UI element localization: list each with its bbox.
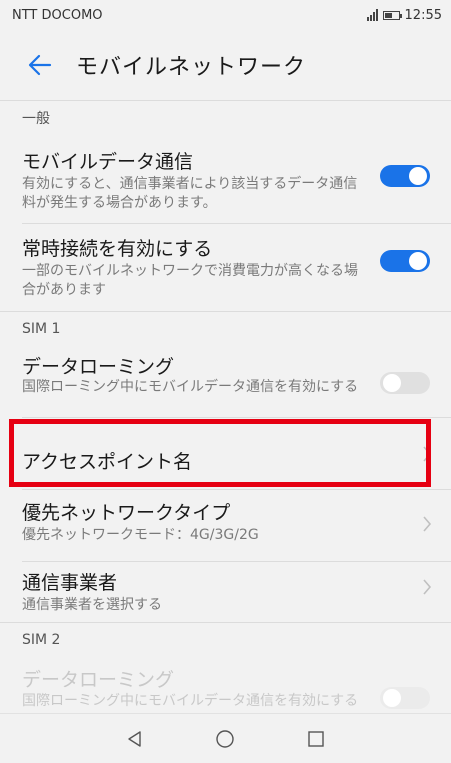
toggle-knob: [383, 689, 401, 707]
row-title: データローミング: [22, 669, 175, 691]
row-subtitle: 有効にすると、通信事業者により該当するデータ通信料が発生する場合があります。: [22, 176, 358, 211]
page-title: モバイルネットワーク: [76, 55, 307, 80]
row-title: アクセスポイント名: [22, 451, 193, 473]
carrier-name: NTT DOCOMO: [12, 7, 103, 23]
app-bar: モバイルネットワーク: [0, 30, 451, 100]
row-carrier[interactable]: 通信事業者 通信事業者を選択する: [0, 562, 451, 622]
row-subtitle: 国際ローミング中にモバイルデータ通信を有効にする: [22, 379, 359, 395]
always-on-toggle[interactable]: [380, 250, 430, 272]
row-access-point-name[interactable]: アクセスポイント名: [0, 418, 451, 490]
mobile-data-toggle[interactable]: [380, 165, 430, 187]
sim2-roaming-toggle: [380, 687, 430, 709]
nav-home-button[interactable]: [205, 719, 245, 759]
battery-icon: [382, 10, 402, 20]
row-title: モバイルデータ通信: [22, 151, 194, 173]
row-title: データローミング: [22, 356, 175, 378]
back-button[interactable]: [20, 45, 60, 85]
row-mobile-data[interactable]: モバイルデータ通信 有効にすると、通信事業者により該当するデータ通信料が発生する…: [0, 135, 451, 224]
status-bar: NTT DOCOMO 12:55: [0, 0, 451, 30]
row-preferred-network-type[interactable]: 優先ネットワークタイプ 優先ネットワークモード：4G/3G/2G: [0, 490, 451, 562]
signal-icon: [366, 9, 378, 21]
row-sim1-data-roaming[interactable]: データローミング 国際ローミング中にモバイルデータ通信を有効にする: [0, 346, 451, 418]
row-subtitle: 国際ローミング中にモバイルデータ通信を有効にする: [22, 693, 359, 709]
toggle-knob: [383, 374, 401, 392]
chevron-right-icon: [423, 446, 432, 462]
square-icon: [308, 730, 324, 747]
chevron-right-icon: [423, 516, 432, 532]
row-title: 常時接続を有効にする: [22, 238, 213, 260]
row-title: 優先ネットワークタイプ: [22, 502, 231, 524]
row-title: 通信事業者: [22, 572, 118, 594]
sim1-roaming-toggle[interactable]: [380, 372, 430, 394]
row-sim2-data-roaming: データローミング 国際ローミング中にモバイルデータ通信を有効にする: [0, 657, 451, 713]
status-icons: 12:55: [366, 7, 442, 23]
row-subtitle: 一部のモバイルネットワークで消費電力が高くなる場合があります: [22, 263, 358, 298]
nav-back-button[interactable]: [115, 719, 155, 759]
row-always-on[interactable]: 常時接続を有効にする 一部のモバイルネットワークで消費電力が高くなる場合がありま…: [0, 224, 451, 311]
triangle-left-icon: [128, 730, 141, 747]
arrow-left-icon: [28, 54, 52, 76]
clock: 12:55: [404, 7, 442, 23]
navigation-bar: [0, 713, 451, 763]
chevron-right-icon: [423, 579, 432, 595]
toggle-knob: [409, 252, 427, 270]
row-subtitle: 通信事業者を選択する: [22, 597, 162, 613]
section-header-sim2: SIM 2: [22, 632, 61, 648]
section-header-general: 一般: [22, 111, 50, 127]
circle-icon: [216, 729, 235, 748]
toggle-knob: [409, 167, 427, 185]
section-header-sim1: SIM 1: [22, 321, 61, 337]
nav-recent-apps-button[interactable]: [296, 719, 336, 759]
row-subtitle: 優先ネットワークモード：4G/3G/2G: [22, 527, 259, 543]
